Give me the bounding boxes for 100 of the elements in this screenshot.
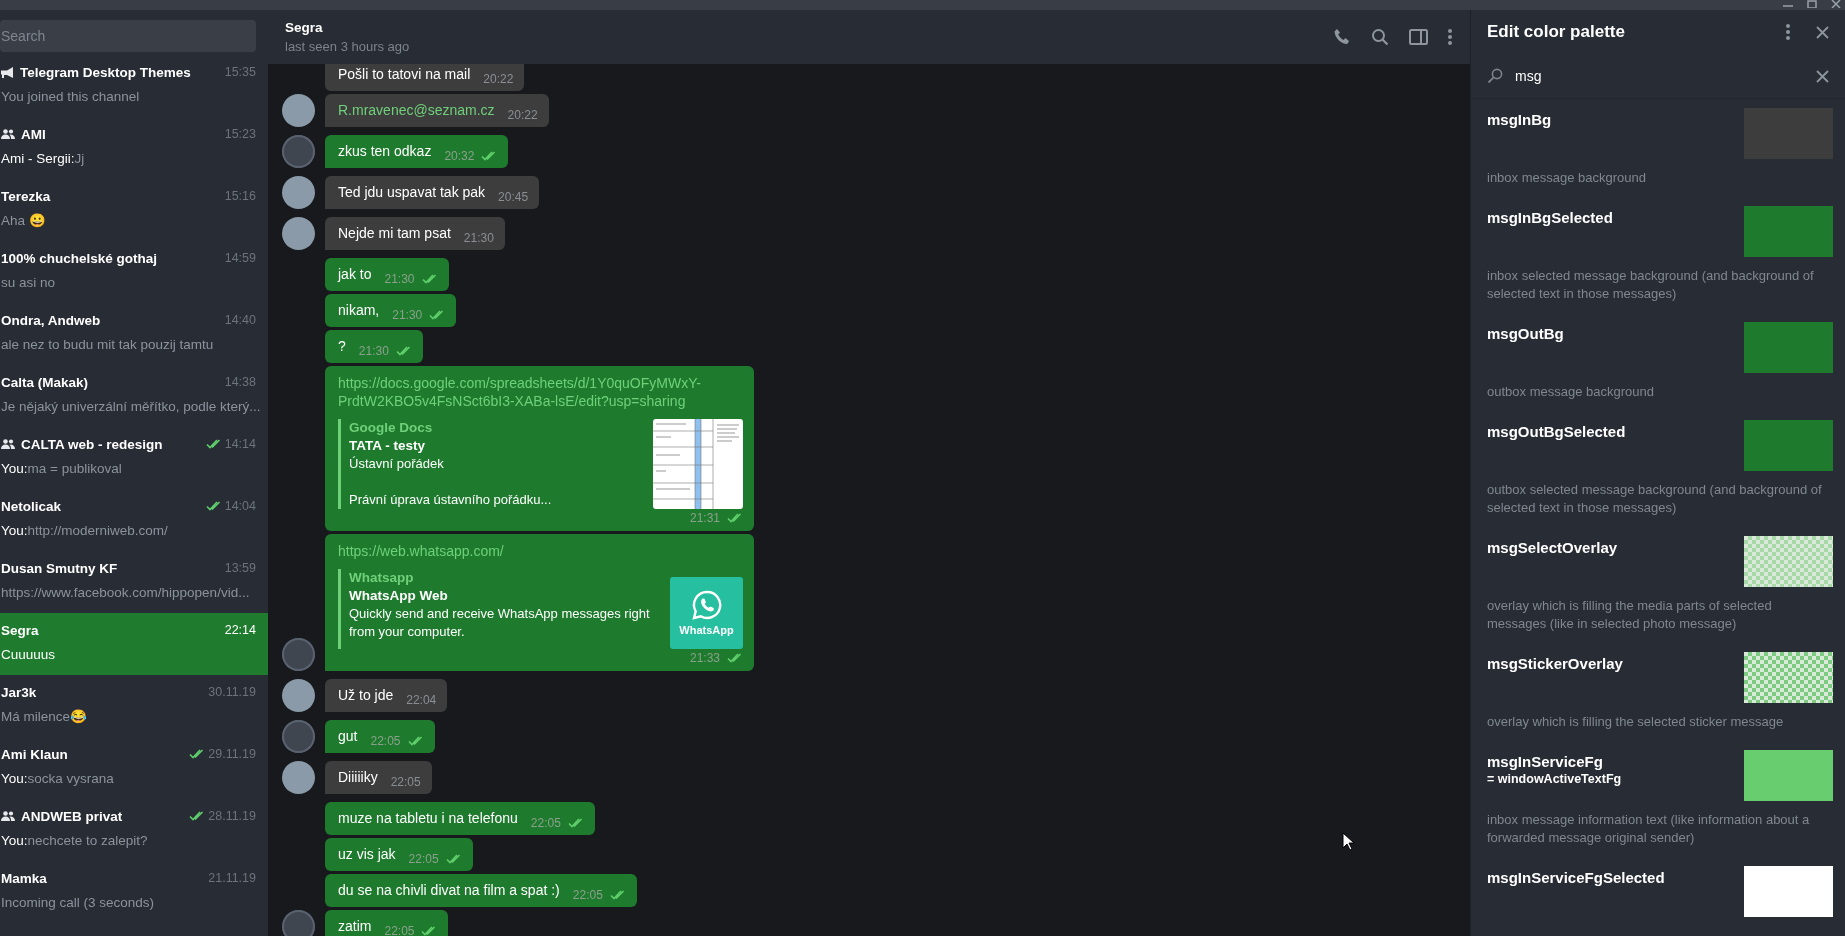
mouse-pointer-icon: [1342, 832, 1354, 851]
search-icon[interactable]: [1371, 28, 1389, 46]
chat-list-item[interactable]: Segra 22:14 Cuuuuus: [0, 613, 268, 675]
group-icon: [1, 811, 15, 821]
message-time: 21:30: [384, 272, 415, 286]
message-preview: You:nechcete to zalepit?: [1, 832, 148, 848]
avatar-placeholder[interactable]: [282, 94, 315, 127]
chat-name: Segra: [1, 622, 39, 638]
double-check-icon: [421, 274, 438, 284]
chat-time: 30.11.19: [208, 685, 256, 699]
message-text: jak to: [338, 265, 372, 284]
chat-name: AMI: [21, 126, 46, 142]
contact-name: Segra: [285, 20, 324, 35]
more-options-icon[interactable]: [1448, 29, 1452, 45]
message-preview: Aha 😀: [1, 212, 46, 228]
chat-time: 14:14: [224, 437, 256, 451]
chat-name: Calta (Makak): [1, 374, 89, 390]
message-preview: You joined this channel: [1, 88, 140, 104]
email-link[interactable]: R.mravenec@seznam.cz: [338, 101, 495, 120]
message-preview: Ami - Sergii:Jj: [1, 150, 85, 166]
search-input[interactable]: msg: [1513, 67, 1806, 85]
search-field[interactable]: Search: [0, 20, 256, 52]
color-swatch[interactable]: [1744, 206, 1833, 257]
message-text: Pošli to tatovi na mail: [338, 65, 471, 84]
color-key-name: msgInBgSelected: [1487, 209, 1613, 226]
message-text: Už to jde: [338, 686, 394, 705]
avatar-placeholder[interactable]: [282, 217, 315, 250]
preview-title: TATA - testy: [349, 437, 426, 455]
double-check-icon: [205, 439, 222, 449]
clear-icon[interactable]: [1816, 69, 1829, 83]
chat-list-item[interactable]: AMI 15:23 Ami - Sergii:Jj: [0, 117, 268, 179]
message-time: 21:30: [463, 231, 494, 245]
double-check-icon: [189, 811, 206, 821]
chat-list-item[interactable]: Mamka 21.11.19 Incoming call (3 seconds): [0, 861, 268, 923]
message-time: 22:05: [408, 852, 439, 866]
chat-name: Ondra, Andweb: [1, 312, 101, 328]
avatar-placeholder[interactable]: [282, 679, 315, 712]
chat-list-item[interactable]: Dusan Smutny KF 13:59 https://www.facebook.com/hippopen/vid...: [0, 551, 268, 613]
logo-label: WhatsApp: [679, 624, 734, 636]
chat-name: Dusan Smutny KF: [1, 560, 118, 576]
message-time: 20:32: [444, 149, 475, 163]
color-swatch[interactable]: [1744, 322, 1833, 373]
chat-time: 15:23: [224, 127, 256, 141]
maximize-icon[interactable]: [1807, 0, 1817, 8]
color-swatch[interactable]: [1744, 866, 1833, 917]
message-time: 22:04: [406, 693, 437, 707]
preview-site-name: Google Docs: [349, 419, 434, 437]
phone-icon[interactable]: [1333, 28, 1351, 46]
group-icon: [1, 439, 15, 449]
chat-list-item[interactable]: 100% chuchelské gothaj 14:59 su asi no: [0, 241, 268, 303]
color-key-name: msgStickerOverlay: [1487, 655, 1623, 672]
color-key-name: msgOutBg: [1487, 325, 1564, 342]
color-swatch[interactable]: [1744, 750, 1833, 801]
color-key-name: msgInBg: [1487, 111, 1552, 128]
chat-list-item[interactable]: Calta (Makak) 14:38 Je nějaký univerzální měřítko, podle který...: [0, 365, 268, 427]
message-time: 20:22: [483, 72, 514, 86]
sidebar-toggle-icon[interactable]: [1409, 29, 1428, 45]
message-preview: You:http://moderniweb.com/: [1, 522, 168, 538]
chat-time: 13:59: [224, 561, 256, 575]
avatar-placeholder[interactable]: [282, 761, 315, 794]
message-text: Ted jdu uspavat tak pak: [338, 183, 486, 202]
chat-list-item[interactable]: Ami Klaun 29.11.19 You:socka vysrana: [0, 737, 268, 799]
preview-description: Ústavní pořádek Právní úprava ústavního pořádku...: [349, 455, 553, 509]
message-text: zatim: [338, 917, 372, 936]
search-icon: [1487, 68, 1503, 84]
avatar-placeholder[interactable]: [282, 910, 315, 936]
avatar-placeholder[interactable]: [282, 135, 315, 168]
close-icon[interactable]: [1816, 25, 1829, 39]
message-preview: ale nez to budu mit tak pouzij tamtu: [1, 336, 214, 352]
message-text: nikam,: [338, 301, 380, 320]
color-description: outbox message background: [1487, 383, 1655, 401]
close-icon[interactable]: [1831, 0, 1841, 8]
chat-name: ANDWEB privat: [21, 808, 123, 824]
more-options-icon[interactable]: [1786, 24, 1790, 40]
color-swatch[interactable]: [1744, 536, 1833, 587]
message-time: 22:05: [384, 924, 415, 936]
color-description: inbox message background: [1487, 169, 1647, 187]
chat-time: 29.11.19: [208, 747, 256, 761]
message-text: uz vis jak: [338, 845, 396, 864]
avatar-placeholder[interactable]: [282, 638, 315, 671]
message-time: 22:05: [370, 734, 401, 748]
last-seen-status: last seen 3 hours ago: [285, 39, 411, 54]
message-preview: https://www.facebook.com/hippopen/vid...: [1, 584, 250, 600]
megaphone-icon: [1, 66, 14, 78]
chat-list-item[interactable]: ANDWEB privat 28.11.19 You:nechcete to zalepit?: [0, 799, 268, 861]
chat-list-item[interactable]: Terezka 15:16 Aha 😀: [0, 179, 268, 241]
chat-list-item[interactable]: Netolicak 14:04 You:http://moderniweb.com/: [0, 489, 268, 551]
spreadsheet-thumbnail[interactable]: [653, 419, 743, 509]
color-swatch[interactable]: [1744, 652, 1833, 703]
chat-list-item[interactable]: Telegram Desktop Themes 15:35 You joined this channel: [0, 55, 268, 117]
group-icon: [1, 129, 15, 139]
color-swatch[interactable]: [1744, 420, 1833, 471]
chat-list-item[interactable]: CALTA web - redesign 14:14 You:ma = publikoval: [0, 427, 268, 489]
chat-name: Jar3k: [1, 684, 37, 700]
color-description: overlay which is filling the media parts of selected messages (like in selected photo message): [1487, 597, 1773, 633]
chat-list-item[interactable]: Ondra, Andweb 14:40 ale nez to budu mit tak pouzij tamtu: [0, 303, 268, 365]
preview-site-name: Whatsapp: [349, 569, 415, 587]
avatar-placeholder[interactable]: [282, 720, 315, 753]
chat-list-item[interactable]: Jar3k 30.11.19 Má milence😂: [0, 675, 268, 737]
avatar-placeholder[interactable]: [282, 176, 315, 209]
